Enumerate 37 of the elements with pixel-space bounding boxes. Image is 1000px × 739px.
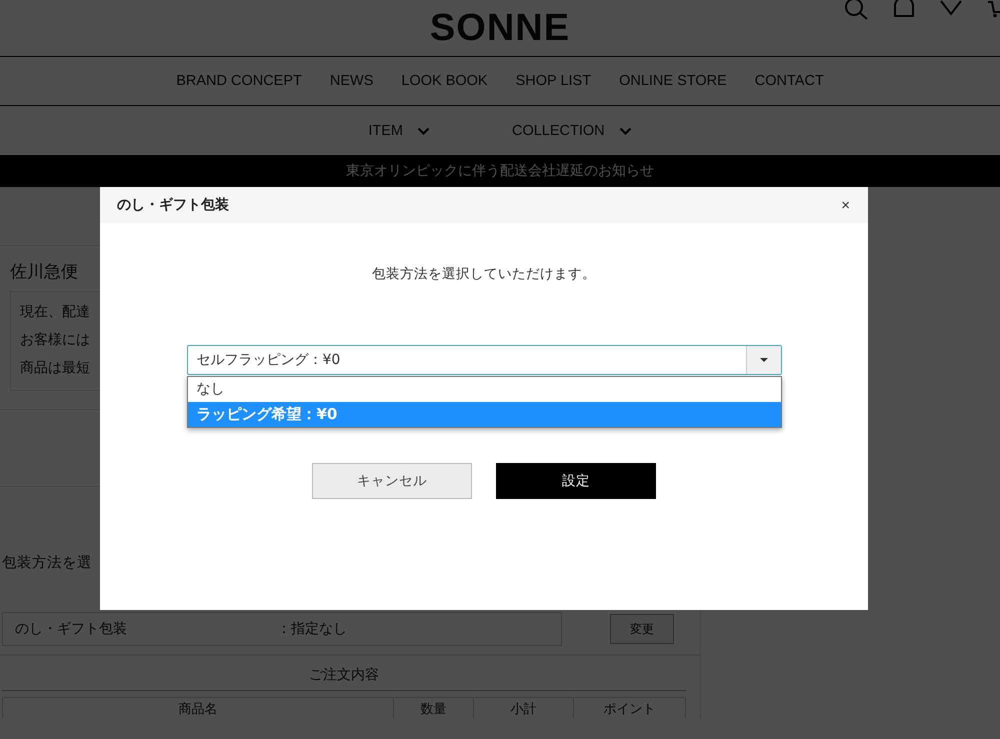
column-header: ポイント <box>573 698 685 718</box>
wrapping-prompt: 包装方法を選 <box>2 554 92 572</box>
cancel-button[interactable]: キャンセル <box>312 463 472 499</box>
dropdown-option[interactable]: なし <box>188 377 780 402</box>
user-icon[interactable] <box>893 0 915 18</box>
site-logo[interactable]: SONNE <box>430 8 570 48</box>
nav-link[interactable]: ONLINE STORE <box>619 73 727 89</box>
nav-link[interactable]: BRAND CONCEPT <box>176 73 302 89</box>
notice-text: お客様には <box>20 331 90 350</box>
change-button[interactable]: 変更 <box>610 614 674 644</box>
chevron-icon <box>618 126 632 134</box>
chevron-icon <box>416 126 430 134</box>
notice-text: 現在、配達 <box>20 303 90 322</box>
order-title: ご注文内容 <box>2 666 686 691</box>
notice-banner[interactable]: 東京オリンピックに伴う配送会社遅延のお知らせ <box>0 155 1000 187</box>
close-button[interactable]: × <box>837 196 854 214</box>
field-label: のし・ギフト包装 <box>15 620 127 638</box>
column-header: 数量 <box>393 698 473 718</box>
column-header: 商品名 <box>178 701 218 718</box>
field-value: ：指定なし <box>277 620 347 638</box>
nav-dropdown[interactable]: COLLECTION <box>512 122 632 138</box>
dialog-message: 包装方法を選択していただけます。 <box>372 265 596 283</box>
cart-icon[interactable] <box>987 0 1000 18</box>
nav-dropdown[interactable]: ITEM <box>368 122 430 138</box>
dialog-title: のし・ギフト包装 <box>117 196 229 214</box>
caret-icon <box>760 358 768 362</box>
dropdown-option[interactable]: ラッピング希望：¥0 <box>188 402 780 427</box>
confirm-button[interactable]: 設定 <box>496 463 656 499</box>
carrier-title: 佐川急便 <box>10 261 78 283</box>
wrapping-select[interactable]: セルフラッピング：¥0 <box>186 345 782 375</box>
search-icon[interactable] <box>845 0 869 20</box>
column-header: 小計 <box>473 698 573 718</box>
nav-link[interactable]: SHOP LIST <box>516 73 592 89</box>
nav-link[interactable]: NEWS <box>330 73 374 89</box>
notice-text: 商品は最短 <box>20 359 90 378</box>
nav-link[interactable]: CONTACT <box>754 73 824 89</box>
nav-link[interactable]: LOOK BOOK <box>401 73 488 89</box>
